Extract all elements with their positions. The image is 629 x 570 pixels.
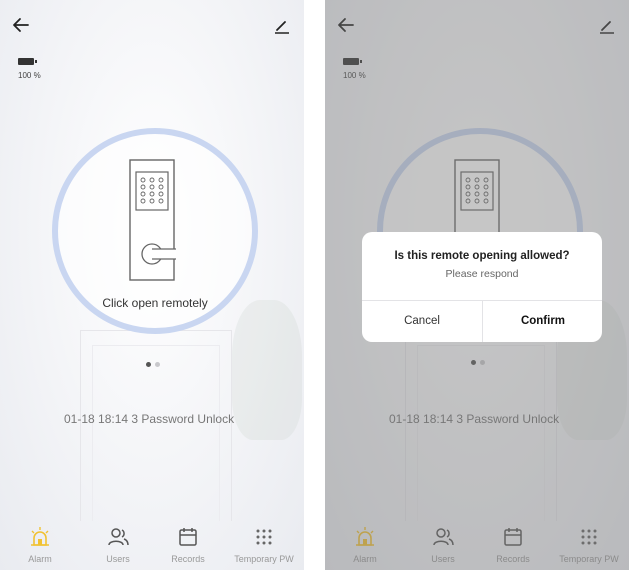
tab-temporary-pw-label: Temporary PW	[234, 554, 294, 564]
tab-temporary-pw[interactable]: Temporary PW	[226, 526, 302, 564]
battery-icon	[18, 58, 37, 65]
smart-lock-icon	[129, 159, 176, 281]
dialog-title: Is this remote opening allowed?	[394, 250, 570, 262]
keypad-icon	[256, 529, 272, 545]
lock-screen-dialog: 100 % 01-18 18:14 3 Password Unlock Alar…	[325, 0, 629, 570]
edit-icon[interactable]	[274, 18, 290, 34]
tab-users-label: Users	[106, 554, 130, 564]
bottom-tab-bar: Alarm Users Records Temporary PW	[0, 520, 304, 570]
page-dot-active	[146, 362, 151, 367]
remote-open-dialog: Is this remote opening allowed? Please r…	[362, 232, 602, 342]
dialog-message: Please respond	[445, 268, 519, 280]
cancel-button[interactable]: Cancel	[362, 300, 482, 342]
latest-record: 01-18 18:14 3 Password Unlock	[64, 412, 235, 426]
tab-alarm[interactable]: Alarm	[2, 526, 78, 564]
confirm-button[interactable]: Confirm	[483, 300, 602, 342]
tab-records[interactable]: Records	[150, 526, 226, 564]
remote-open-label[interactable]: Click open remotely	[60, 296, 250, 310]
battery-level: 100 %	[18, 71, 41, 80]
calendar-icon	[179, 528, 197, 546]
tab-alarm-label: Alarm	[28, 554, 52, 564]
tab-records-label: Records	[171, 554, 205, 564]
back-arrow-icon[interactable]	[12, 16, 30, 34]
users-icon	[108, 528, 129, 546]
page-dot	[155, 362, 160, 367]
lock-screen: 100 % Click open remotely 01-18 18:14 3 …	[0, 0, 304, 570]
alarm-icon	[31, 527, 49, 546]
page-indicator	[146, 354, 164, 372]
tab-users[interactable]: Users	[80, 526, 156, 564]
